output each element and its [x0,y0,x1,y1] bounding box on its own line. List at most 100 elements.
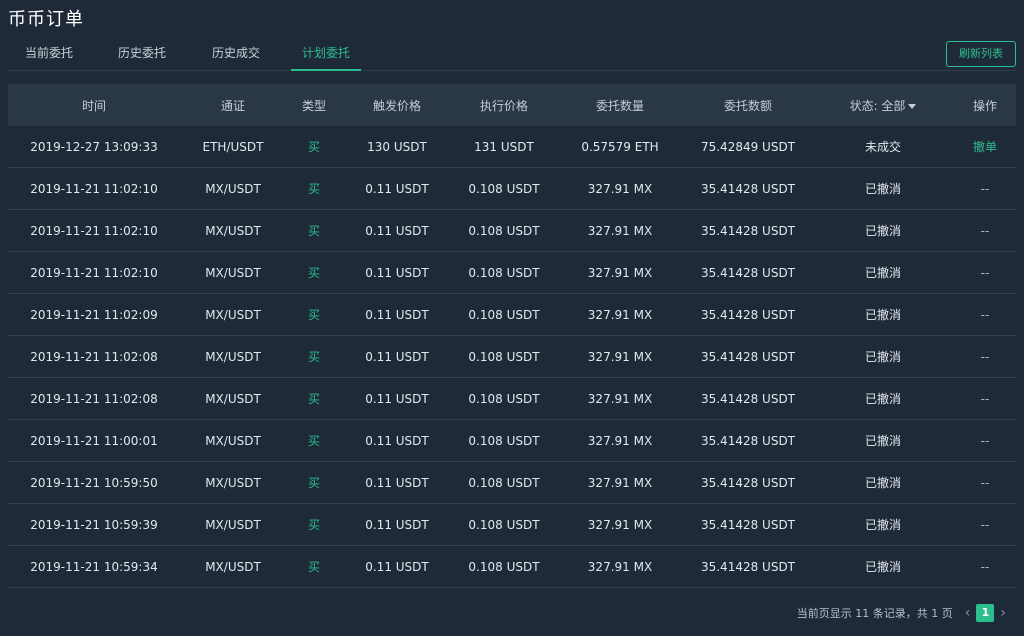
col-header-time: 时间 [81,98,106,113]
table-row: 2019-11-21 11:00:01 MX/USDT 买 0.11 USDT 0.10… [8,420,1016,462]
cell-type: 买 [307,392,320,406]
table-row: 2019-11-21 10:59:39 MX/USDT 买 0.11 USDT 0.10… [8,504,1016,546]
cell-status: 已撤消 [864,182,901,196]
tab-trade-history[interactable]: 历史成交 [207,40,265,71]
col-header-amount: 委托数量 [595,98,644,113]
cell-time: 2019-11-21 11:02:09 [30,307,158,322]
cell-exec-price: 0.108 USDT [468,307,540,322]
table-row: 2019-11-21 11:02:10 MX/USDT 买 0.11 USDT 0.10… [8,210,1016,252]
cell-trigger-price: 0.11 USDT [365,181,429,196]
cell-status: 已撤消 [864,224,901,238]
cell-action: -- [980,265,990,280]
col-header-trigger-price: 触发价格 [372,98,421,113]
cell-type: 买 [307,476,320,490]
page-number-button[interactable]: 1 [976,604,995,622]
table-row: 2019-11-21 11:02:08 MX/USDT 买 0.11 USDT 0.10… [8,336,1016,378]
cell-trigger-price: 0.11 USDT [365,265,429,280]
cell-total: 35.41428 USDT [700,391,796,406]
cell-amount: 327.91 MX [587,181,653,196]
cell-total: 35.41428 USDT [700,475,796,490]
cell-time: 2019-11-21 10:59:50 [30,475,158,490]
cell-exec-price: 0.108 USDT [468,475,540,490]
page: 币币订单 当前委托 历史委托 历史成交 计划委托 刷新列表 时间 通证 类型 触… [0,0,1024,636]
cell-total: 35.41428 USDT [700,307,796,322]
table-row: 2019-11-21 11:02:10 MX/USDT 买 0.11 USDT 0.10… [8,168,1016,210]
cell-action: -- [980,391,990,406]
cell-type: 买 [307,182,320,196]
tab-plan-orders[interactable]: 计划委托 [291,40,361,71]
cell-status: 已撤消 [864,434,901,448]
cancel-order-link[interactable]: 撤单 [954,138,1016,155]
cell-pair: MX/USDT [205,265,261,280]
chevron-right-icon[interactable]: › [1000,605,1006,621]
cell-status: 已撤消 [864,266,901,280]
cell-time: 2019-11-21 11:02:08 [30,391,158,406]
cell-action: -- [980,307,990,322]
cell-time: 2019-11-21 11:02:10 [30,181,158,196]
table-header: 时间 通证 类型 触发价格 执行价格 委托数量 委托数额 状态: 全部 操作 [8,84,1016,126]
cell-amount: 327.91 MX [587,349,653,364]
cell-status: 已撤消 [864,350,901,364]
col-header-type: 类型 [301,98,326,113]
cell-total: 35.41428 USDT [700,559,796,574]
cell-total: 75.42849 USDT [700,139,796,154]
refresh-list-button[interactable]: 刷新列表 [946,41,1016,67]
cell-exec-price: 0.108 USDT [468,517,540,532]
cell-status: 已撤消 [864,476,901,490]
status-filter-dropdown[interactable]: 状态: 全部 [812,97,954,114]
cell-amount: 327.91 MX [587,391,653,406]
col-header-total: 委托数额 [723,98,772,113]
status-filter-label: 状态: 全部 [849,98,906,113]
cell-exec-price: 0.108 USDT [468,433,540,448]
cell-exec-price: 131 USDT [474,139,534,154]
cell-exec-price: 0.108 USDT [468,559,540,574]
cell-type: 买 [307,224,320,238]
table-row: 2019-11-21 10:59:34 MX/USDT 买 0.11 USDT 0.10… [8,546,1016,588]
page-title: 币币订单 [8,9,84,30]
cell-exec-price: 0.108 USDT [468,265,540,280]
cell-time: 2019-12-27 13:09:33 [30,139,158,154]
orders-table: 时间 通证 类型 触发价格 执行价格 委托数量 委托数额 状态: 全部 操作 2… [8,84,1016,588]
cell-action: -- [980,181,990,196]
cell-status: 已撤消 [864,308,901,322]
cell-pair: MX/USDT [205,307,261,322]
cell-type: 买 [307,518,320,532]
cell-amount: 327.91 MX [587,559,653,574]
cell-trigger-price: 0.11 USDT [365,475,429,490]
cell-pair: MX/USDT [205,223,261,238]
cell-amount: 327.91 MX [587,517,653,532]
cell-trigger-price: 0.11 USDT [365,223,429,238]
cell-amount: 327.91 MX [587,265,653,280]
pagination: 当前页显示 11 条记录，共 1 页 ‹ 1 › [797,603,1012,623]
cell-status: 未成交 [864,140,901,154]
cell-exec-price: 0.108 USDT [468,349,540,364]
col-header-pair: 通证 [220,98,245,113]
tab-order-history[interactable]: 历史委托 [113,40,171,71]
cell-pair: MX/USDT [205,391,261,406]
cell-trigger-price: 0.11 USDT [365,559,429,574]
table-row: 2019-11-21 11:02:08 MX/USDT 买 0.11 USDT 0.10… [8,378,1016,420]
cell-total: 35.41428 USDT [700,433,796,448]
cell-status: 已撤消 [864,392,901,406]
col-header-action: 操作 [972,98,997,113]
chevron-left-icon[interactable]: ‹ [965,605,971,621]
cell-type: 买 [307,560,320,574]
cell-exec-price: 0.108 USDT [468,181,540,196]
table-row: 2019-11-21 11:02:10 MX/USDT 买 0.11 USDT 0.10… [8,252,1016,294]
cell-pair: MX/USDT [205,475,261,490]
cell-type: 买 [307,266,320,280]
table-row: 2019-12-27 13:09:33 ETH/USDT 买 130 USDT 131 … [8,126,1016,168]
cell-action: -- [980,559,990,574]
cell-pair: MX/USDT [205,517,261,532]
cell-time: 2019-11-21 11:00:01 [30,433,158,448]
cell-action: -- [980,433,990,448]
cell-action: -- [980,475,990,490]
cell-status: 已撤消 [864,560,901,574]
cell-action: -- [980,349,990,364]
cell-action: -- [980,517,990,532]
cell-status: 已撤消 [864,518,901,532]
table-row: 2019-11-21 10:59:50 MX/USDT 买 0.11 USDT 0.10… [8,462,1016,504]
table-row: 2019-11-21 11:02:09 MX/USDT 买 0.11 USDT 0.10… [8,294,1016,336]
tab-bar: 当前委托 历史委托 历史成交 计划委托 [8,40,1016,71]
tab-current-orders[interactable]: 当前委托 [20,40,78,71]
